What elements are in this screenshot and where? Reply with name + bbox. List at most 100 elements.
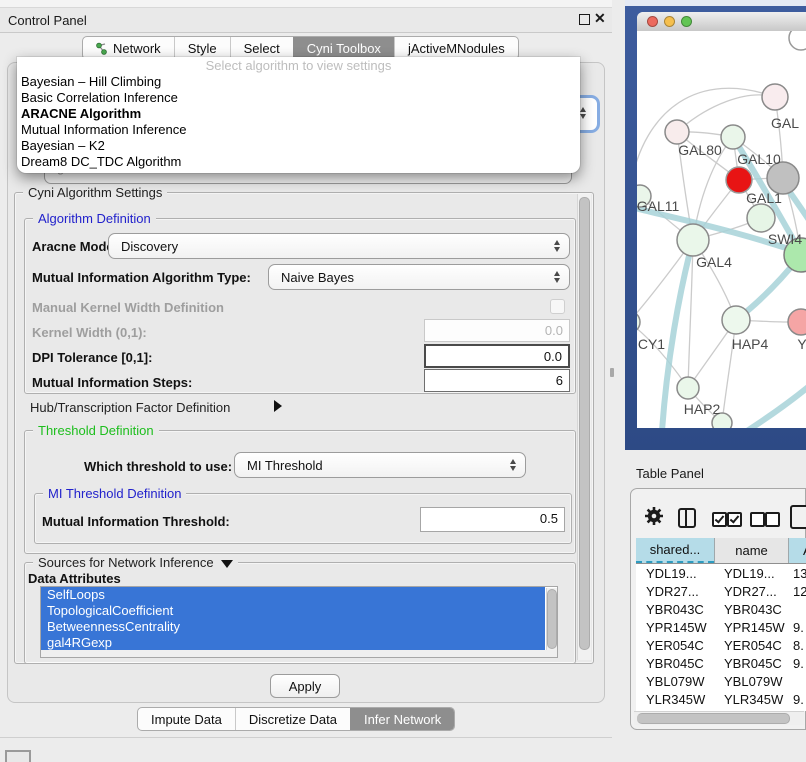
panel-divider-handle[interactable] [610, 368, 614, 377]
control-panel-titlebar: Control Panel ✕ [0, 8, 612, 33]
table-cell: YLR345W [636, 692, 714, 707]
table-hscrollbar-thumb[interactable] [637, 713, 790, 724]
algorithm-option[interactable]: Basic Correlation Inference [17, 90, 580, 106]
unchecked-column-icon[interactable] [765, 512, 780, 527]
network-edge-highlighted[interactable] [662, 240, 693, 428]
tab-discretize-data[interactable]: Discretize Data [235, 708, 350, 730]
table-row[interactable]: YDL19...YDL19...13 [636, 564, 806, 582]
page-icon[interactable] [790, 505, 806, 529]
data-attribute-item[interactable]: TopologicalCoefficient [41, 603, 545, 619]
attributes-list-scrollbar-thumb[interactable] [547, 589, 557, 649]
algorithm-option[interactable]: Dream8 DC_TDC Algorithm [17, 154, 580, 170]
close-traffic-light[interactable] [647, 16, 658, 27]
table-cell: YBR045C [636, 656, 714, 671]
expand-arrow-icon[interactable] [274, 400, 282, 412]
bottom-tabbar: Impute Data Discretize Data Infer Networ… [137, 707, 455, 731]
network-node[interactable] [762, 84, 788, 110]
dpi-tolerance-field[interactable]: 0.0 [424, 344, 570, 368]
manual-kernel-checkbox[interactable] [550, 299, 565, 314]
table-cell: YDR27... [636, 584, 714, 599]
sources-group-title: Sources for Network Inference [33, 555, 238, 570]
table-column-header[interactable]: shared... [636, 538, 714, 563]
table-row[interactable]: YBL079WYBL079W [636, 672, 806, 690]
network-node-label: GAL4 [696, 254, 732, 270]
kernel-width-field[interactable]: 0.0 [424, 319, 570, 342]
tab-select[interactable]: Select [230, 37, 293, 59]
data-attribute-item[interactable]: BetweennessCentrality [41, 619, 545, 635]
apply-button[interactable]: Apply [270, 674, 340, 698]
table-row[interactable]: YPR145WYPR145W9. [636, 618, 806, 636]
table-row[interactable]: YDR27...YDR27...12 [636, 582, 806, 600]
mi-steps-field[interactable]: 6 [424, 369, 570, 392]
mi-type-combo[interactable]: Naive Bayes [268, 264, 570, 290]
network-node[interactable] [677, 377, 699, 399]
mi-threshold-field[interactable]: 0.5 [420, 507, 565, 532]
application-window: Control Panel ✕ Network Style Select Cyn… [0, 0, 806, 762]
table-row[interactable]: YER054CYER054C8. [636, 636, 806, 654]
table-cell: 9. [788, 692, 806, 707]
network-edge[interactable] [637, 322, 688, 388]
data-attribute-item[interactable]: SelfLoops [41, 587, 545, 603]
data-attribute-item[interactable]: gal4RGexp [41, 635, 545, 651]
tab-jactivemnodules[interactable]: jActiveMNodules [394, 37, 518, 59]
table-cell: YBR043C [714, 602, 788, 617]
table-row[interactable]: YLR345WYLR345W9. [636, 690, 806, 708]
network-node-label: HAP2 [684, 401, 721, 417]
mi-steps-label: Mutual Information Steps: [32, 375, 192, 390]
tab-impute-data[interactable]: Impute Data [138, 708, 235, 730]
dpi-tolerance-label: DPI Tolerance [0,1]: [32, 350, 152, 365]
tab-network[interactable]: Network [83, 37, 174, 59]
which-threshold-combo[interactable]: MI Threshold [234, 452, 526, 478]
float-window-icon[interactable] [579, 14, 590, 25]
network-node-label: Y [797, 336, 806, 352]
split-column-icon[interactable] [678, 508, 696, 528]
tab-discretize-data-label: Discretize Data [249, 712, 337, 727]
table-cell: 12 [788, 584, 806, 599]
table-cell: 13 [788, 566, 806, 581]
network-node-label: GCY1 [637, 336, 665, 352]
tab-style[interactable]: Style [174, 37, 230, 59]
network-node[interactable] [677, 224, 709, 256]
algorithm-dropdown-items: Bayesian – Hill ClimbingBasic Correlatio… [17, 74, 580, 170]
network-node[interactable] [721, 125, 745, 149]
zoom-traffic-light[interactable] [681, 16, 692, 27]
settings-scrollbar-thumb[interactable] [579, 197, 590, 650]
algorithm-option[interactable]: Bayesian – K2 [17, 138, 580, 154]
tab-infer-network[interactable]: Infer Network [350, 708, 454, 730]
network-window-titlebar[interactable] [637, 12, 806, 32]
close-icon[interactable]: ✕ [594, 10, 606, 27]
network-edge-highlighted[interactable] [747, 383, 806, 428]
checked-column-icon[interactable] [727, 512, 742, 527]
table-row[interactable]: YBR045CYBR045C9. [636, 654, 806, 672]
attributes-list-hscrollbar[interactable] [41, 650, 557, 657]
algorithm-option[interactable]: ARACNE Algorithm [17, 106, 580, 122]
data-attributes-list[interactable]: SelfLoopsTopologicalCoefficientBetweenne… [40, 586, 558, 658]
checked-column-icon[interactable] [712, 512, 727, 527]
table-cell: YLR345W [714, 692, 788, 707]
aracne-mode-combo[interactable]: Discovery [108, 233, 570, 259]
network-node[interactable] [789, 31, 806, 50]
aracne-mode-value: Discovery [109, 239, 550, 254]
table-cell: YER054C [714, 638, 788, 653]
algorithm-option[interactable]: Bayesian – Hill Climbing [17, 74, 580, 90]
network-node[interactable] [722, 306, 750, 334]
table-row[interactable]: YBR043CYBR043C [636, 600, 806, 618]
unchecked-column-icon[interactable] [750, 512, 765, 527]
hub-section-label[interactable]: Hub/Transcription Factor Definition [30, 400, 230, 415]
algorithm-definition-title: Algorithm Definition [33, 211, 156, 226]
settings-gear-icon[interactable] [644, 506, 664, 526]
tab-cyni-toolbox[interactable]: Cyni Toolbox [293, 37, 394, 59]
mi-type-value: Naive Bayes [269, 270, 550, 285]
algorithm-option[interactable]: Mutual Information Inference [17, 122, 580, 138]
network-node[interactable] [747, 204, 775, 232]
collapsed-panel-icon[interactable] [5, 750, 31, 762]
network-node[interactable] [788, 309, 806, 335]
network-node[interactable] [665, 120, 689, 144]
table-column-header[interactable]: name [714, 538, 788, 563]
collapse-arrow-icon[interactable] [221, 560, 233, 568]
which-threshold-label: Which threshold to use: [84, 459, 232, 474]
network-node-label: GAL11 [637, 198, 679, 214]
network-canvas[interactable]: GALGAL80GAL10GAL1GAL11SWI4GAL4GCY1HAP4YH… [637, 31, 806, 428]
table-column-header[interactable]: A [788, 538, 806, 563]
minimize-traffic-light[interactable] [664, 16, 675, 27]
